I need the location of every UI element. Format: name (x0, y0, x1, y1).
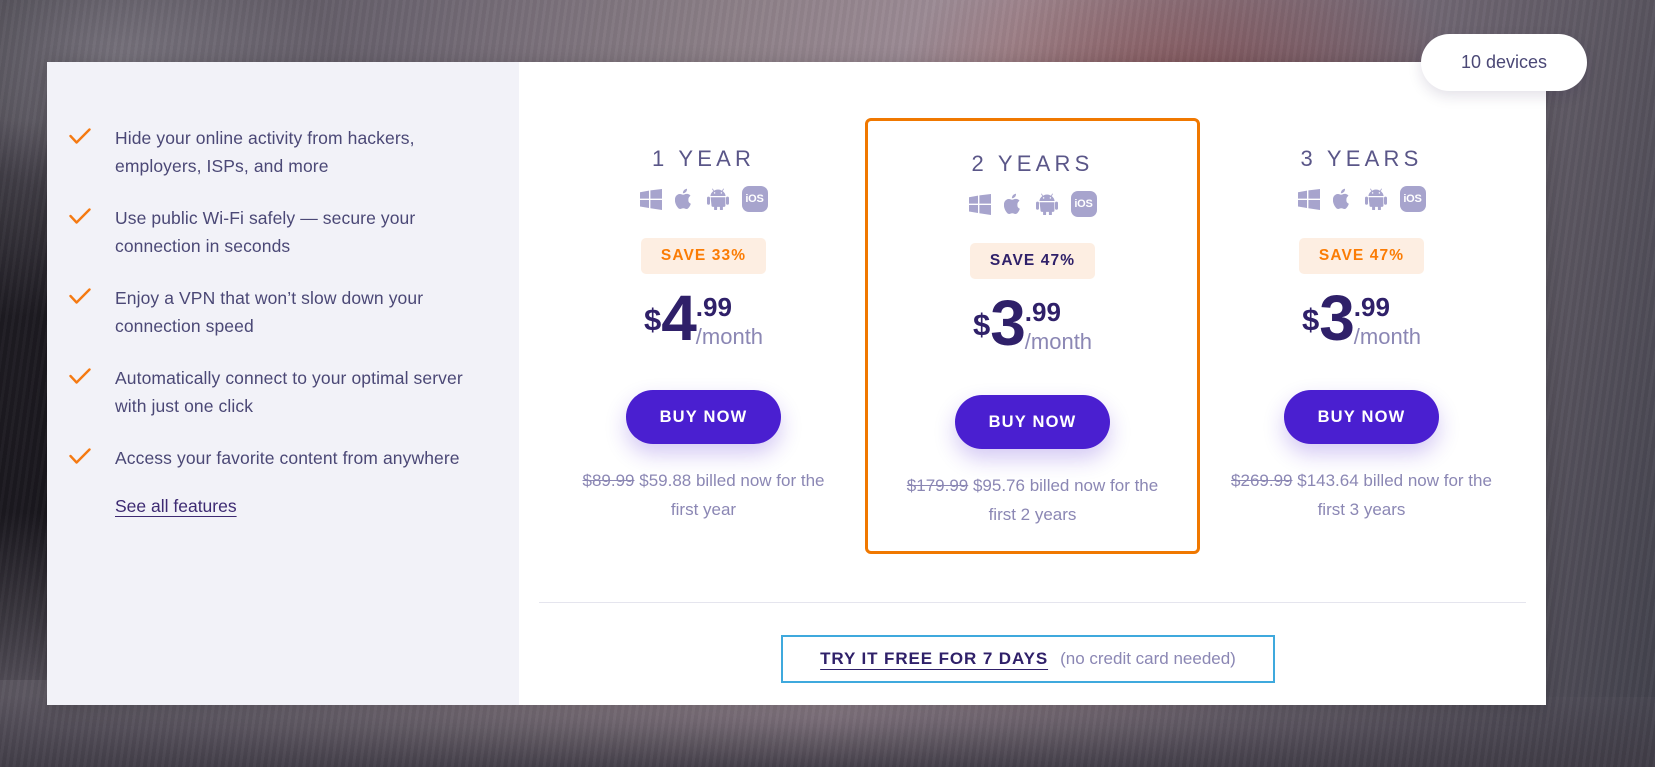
feature-text: Enjoy a VPN that won’t slow down your co… (115, 288, 424, 336)
old-price: $89.99 (582, 471, 635, 490)
billing-text: $269.99 $143.64 billed now for the first… (1228, 466, 1496, 524)
ios-icon: iOS (741, 186, 768, 212)
save-badge: SAVE 47% (969, 243, 1096, 279)
plan-card-3-years[interactable]: 3 YEARS iOS SAVE 47% $ 3 .99 /month BUY … (1197, 62, 1526, 554)
features-column: Hide your online activity from hackers, … (47, 62, 519, 705)
buy-now-button[interactable]: BUY NOW (626, 390, 781, 444)
free-trial-note: (no credit card needed) (1060, 649, 1236, 668)
billing-detail: $143.64 billed now for the first 3 years (1297, 471, 1492, 519)
price-cents: .99 (1024, 297, 1061, 327)
check-icon (69, 368, 93, 385)
feature-item: Hide your online activity from hackers, … (69, 124, 475, 180)
check-icon (69, 208, 93, 225)
save-badge: SAVE 47% (1298, 238, 1425, 274)
apple-icon (674, 188, 694, 210)
ios-icon-label: iOS (745, 193, 764, 205)
background-bottom-shadow (0, 697, 1655, 767)
ios-icon-label: iOS (1074, 198, 1093, 210)
apple-icon (1332, 188, 1352, 210)
os-icons: iOS (1197, 186, 1526, 212)
price-whole: 3 (990, 287, 1026, 359)
pricing-column: 10 devices 1 YEAR iOS SAVE 33% $ 4 .99 /… (519, 34, 1587, 705)
plan-title: 1 YEAR (651, 146, 756, 171)
os-icons: iOS (539, 186, 868, 212)
see-all-features-link[interactable]: See all features (115, 496, 237, 517)
plan-cards: 1 YEAR iOS SAVE 33% $ 4 .99 /month BUY N… (519, 62, 1546, 554)
price-whole: 3 (1319, 282, 1355, 354)
price-period: /month (1024, 329, 1093, 354)
check-icon (69, 448, 93, 465)
price-currency: $ (972, 307, 991, 342)
price-period: /month (1353, 324, 1422, 349)
windows-icon (968, 193, 991, 215)
devices-badge-label: 10 devices (1460, 52, 1548, 72)
feature-text: Automatically connect to your optimal se… (115, 368, 463, 416)
feature-item: Enjoy a VPN that won’t slow down your co… (69, 284, 475, 340)
plan-price: $ 3 .99 /month (1197, 282, 1526, 356)
plan-price: $ 3 .99 /month (868, 287, 1197, 361)
buy-now-button[interactable]: BUY NOW (955, 395, 1110, 449)
feature-text: Access your favorite content from anywhe… (115, 448, 460, 468)
billing-detail: $59.88 billed now for the first year (639, 471, 825, 519)
ios-icon: iOS (1070, 191, 1097, 217)
android-icon (1035, 193, 1058, 215)
price-currency: $ (643, 302, 662, 337)
plan-price: $ 4 .99 /month (539, 282, 868, 356)
billing-text: $179.99 $95.76 billed now for the first … (899, 471, 1167, 529)
android-icon (1364, 188, 1387, 210)
android-icon (706, 188, 729, 210)
plan-card-1-year[interactable]: 1 YEAR iOS SAVE 33% $ 4 .99 /month BUY N… (539, 62, 868, 554)
windows-icon (1297, 188, 1320, 210)
free-trial-link[interactable]: TRY IT FREE FOR 7 DAYS (820, 649, 1048, 669)
old-price: $179.99 (906, 476, 969, 495)
check-icon (69, 288, 93, 305)
feature-item: Use public Wi-Fi safely — secure your co… (69, 204, 475, 260)
plan-card-2-years[interactable]: 2 YEARS iOS SAVE 47% $ 3 .99 /month BUY … (865, 118, 1200, 554)
old-price: $269.99 (1231, 471, 1293, 490)
plan-title: 2 YEARS (971, 151, 1094, 176)
price-whole: 4 (661, 282, 697, 354)
windows-icon (639, 188, 662, 210)
feature-item: Access your favorite content from anywhe… (69, 444, 475, 472)
ios-icon: iOS (1399, 186, 1426, 212)
plan-title: 3 YEARS (1300, 146, 1423, 171)
price-period: /month (695, 324, 764, 349)
apple-icon (1003, 193, 1023, 215)
price-cents: .99 (1353, 292, 1390, 322)
save-badge: SAVE 33% (640, 238, 767, 274)
feature-item: Automatically connect to your optimal se… (69, 364, 475, 420)
os-icons: iOS (868, 191, 1197, 217)
pricing-panel: Hide your online activity from hackers, … (47, 34, 1587, 705)
price-cents: .99 (695, 292, 732, 322)
see-all-features-wrap: See all features (69, 496, 475, 517)
feature-text: Use public Wi-Fi safely — secure your co… (115, 208, 416, 256)
section-divider (539, 602, 1526, 603)
price-currency: $ (1301, 302, 1320, 337)
free-trial-banner[interactable]: TRY IT FREE FOR 7 DAYS (no credit card n… (781, 635, 1275, 683)
check-icon (69, 128, 93, 145)
billing-text: $89.99 $59.88 billed now for the first y… (570, 466, 838, 524)
devices-badge: 10 devices (1421, 34, 1587, 91)
buy-now-button[interactable]: BUY NOW (1284, 390, 1439, 444)
feature-text: Hide your online activity from hackers, … (115, 128, 415, 176)
ios-icon-label: iOS (1403, 193, 1422, 205)
billing-detail: $95.76 billed now for the first 2 years (972, 476, 1159, 524)
